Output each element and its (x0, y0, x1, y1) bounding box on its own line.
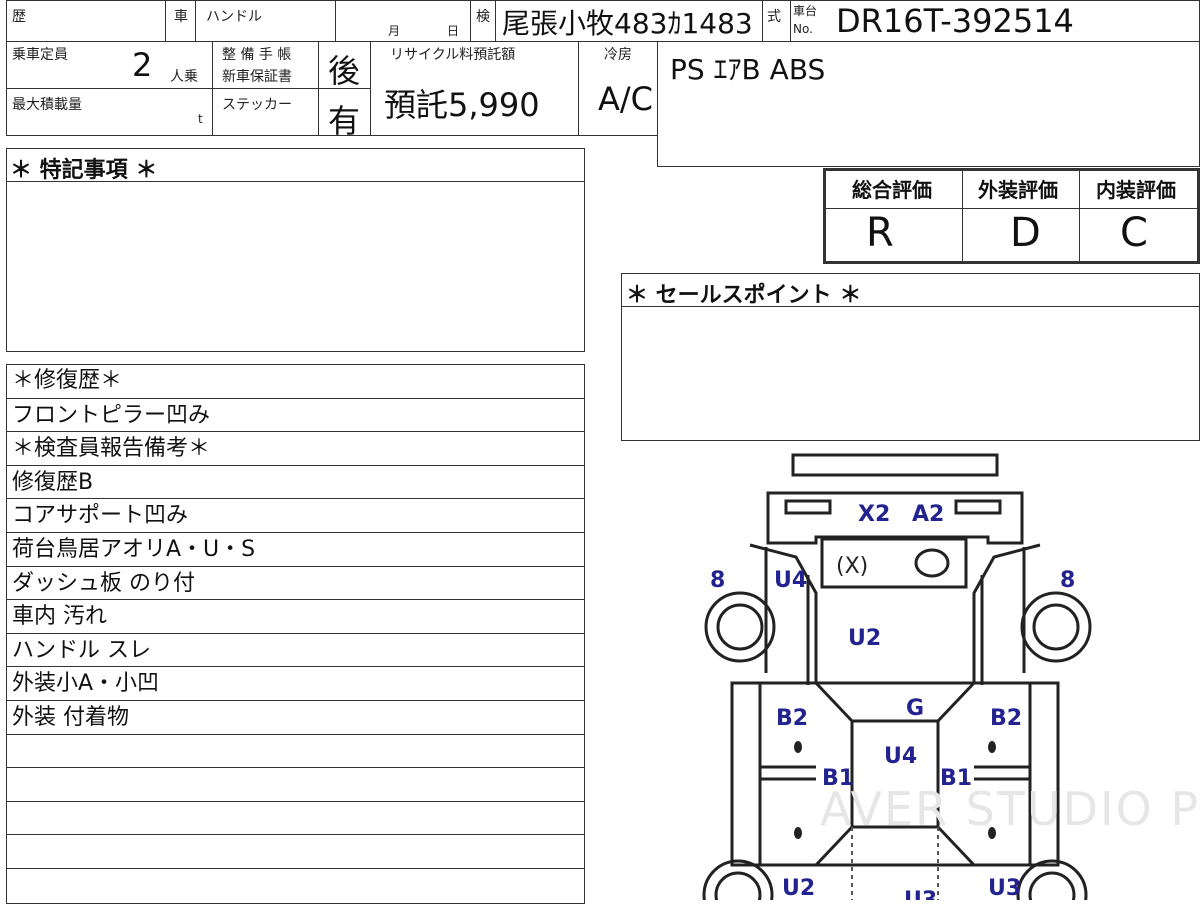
notes-row: 外装小A・小凹 (6, 666, 585, 700)
notes-row (6, 868, 585, 902)
warranty-label: 新車保証書 (222, 69, 292, 85)
sales-point-title: ＊ セールスポイント ＊ (626, 283, 862, 308)
notes-row: ハンドル スレ (6, 632, 585, 667)
chassis-label-top: 車台 (793, 4, 818, 18)
notes-row: ＊検査員報告備考＊ (6, 431, 585, 465)
model-label: 式 (767, 9, 781, 25)
label-x2: X2 (858, 502, 890, 527)
capacity-label: 乗車定員 (12, 47, 68, 63)
exterior-grade-label: 外装評価 (978, 178, 1058, 202)
notes-row: 修復歴B (6, 464, 585, 499)
maintenance-book-label: 整 備 手 帳 (222, 47, 292, 63)
interior-grade-label: 内装評価 (1096, 178, 1176, 202)
sticker-value: 有 (328, 102, 361, 140)
chassis-label-bottom: No. (793, 22, 813, 36)
chassis-number: DR16T-392514 (836, 2, 1074, 40)
aircon-value: A/C (598, 80, 654, 118)
notes-row (6, 834, 585, 868)
label-u3-bottom: U3 (988, 876, 1021, 900)
label-b2-right: B2 (990, 706, 1022, 731)
label-u2-top: U2 (848, 626, 881, 651)
notes-row (6, 733, 585, 768)
aircon-label: 冷房 (604, 47, 632, 63)
diagram-rear-right-wheel (1016, 859, 1088, 900)
notes-row: 外装 付着物 (6, 700, 585, 734)
label-u4-mid: U4 (884, 744, 917, 769)
label-right-8: 8 (1060, 568, 1075, 593)
overall-grade-value: R (866, 210, 894, 256)
diagram-front-bumper (791, 453, 999, 477)
history-label: 歴 (12, 9, 26, 25)
recycle-fee-value: 預託5,990 (384, 86, 540, 124)
capacity-unit: 人乗 (170, 69, 198, 85)
notes-row: 荷台鳥居アオリA・U・S (6, 532, 585, 566)
label-x: (X) (836, 554, 868, 579)
notes-row: ダッシュ板 のり付 (6, 565, 585, 600)
notes-row: フロントピラー凹み (6, 397, 585, 432)
recycle-fee-label: リサイクル料預託額 (390, 47, 516, 63)
label-a2: A2 (912, 502, 944, 527)
maintenance-value: 後 (328, 52, 361, 90)
equipment-text: PS ｴｱB ABS (670, 53, 826, 86)
car-label: 車 (174, 9, 188, 25)
sticker-label: ステッカー (222, 97, 292, 113)
notes-row (6, 800, 585, 835)
label-g: G (906, 696, 924, 721)
vehicle-damage-diagram: AVER STUDIO PRO X2 A2 (X) 8 8 U4 U2 B2 B… (702, 453, 1200, 900)
label-b1-right: B1 (940, 766, 972, 791)
label-u3-center: U3 (904, 888, 937, 900)
diagram-left-lamp (784, 499, 832, 515)
label-u2-bottom: U2 (782, 876, 815, 900)
diagram-cab-right (972, 543, 1058, 685)
overall-grade-label: 総合評価 (852, 178, 932, 202)
label-b2-left: B2 (776, 706, 808, 731)
diagram-front-left-wheel (704, 591, 776, 663)
month-label: 月 (388, 24, 401, 38)
capacity-value: 2 (132, 46, 153, 84)
label-b1-left: B1 (822, 766, 854, 791)
diagram-front-right-wheel (1020, 591, 1092, 663)
special-notes-title: ＊ 特記事項 ＊ (10, 158, 158, 183)
notes-row (6, 767, 585, 801)
notes-row: 車内 汚れ (6, 599, 585, 633)
inspection-label: 検 (476, 9, 490, 25)
interior-grade-value: C (1120, 210, 1148, 256)
diagram-emblem (914, 548, 950, 578)
label-left-8: 8 (710, 568, 725, 593)
exterior-grade-value: D (1010, 210, 1041, 256)
label-u4-top: U4 (774, 568, 807, 593)
notes-row: コアサポート凹み (6, 498, 585, 532)
notes-row: ＊修復歴＊ (12, 368, 123, 393)
license-plate: 尾張小牧483ｶ1483 (502, 7, 753, 40)
diagram-watermark: AVER STUDIO PRO (820, 782, 1200, 836)
diagram-right-lamp (954, 499, 1002, 515)
day-label: 日 (447, 24, 460, 38)
max-load-unit: t (198, 112, 203, 126)
max-load-label: 最大積載量 (12, 97, 82, 113)
handle-label: ハンドル (206, 9, 262, 25)
diagram-cab-left (732, 543, 818, 685)
diagram-rear-left-wheel (702, 859, 774, 900)
